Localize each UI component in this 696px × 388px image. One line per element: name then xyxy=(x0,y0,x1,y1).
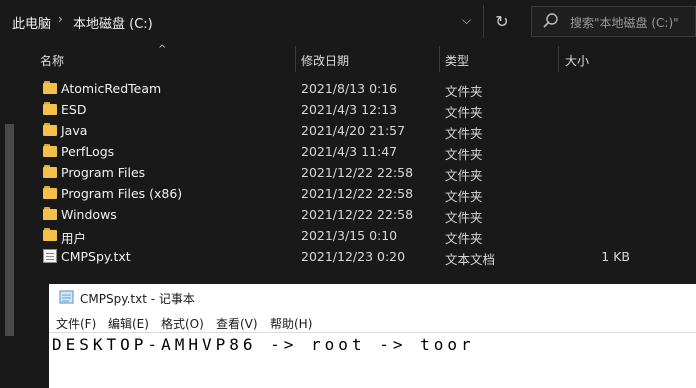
file-type: 文件夹 xyxy=(445,84,483,99)
folder-icon xyxy=(43,102,57,116)
menu-format[interactable]: 格式(O) xyxy=(161,315,204,332)
breadcrumb-separator-icon[interactable]: › xyxy=(58,12,63,26)
column-type[interactable]: 类型 xyxy=(445,52,469,69)
file-date: 2021/12/22 22:58 xyxy=(301,186,414,201)
column-divider[interactable] xyxy=(295,46,296,72)
folder-icon xyxy=(43,81,57,95)
file-type: 文件夹 xyxy=(445,189,483,204)
notepad-title: CMPSpy.txt - 记事本 xyxy=(80,292,195,306)
breadcrumb-current[interactable]: 本地磁盘 (C:) xyxy=(73,13,153,32)
file-row[interactable]: PerfLogs 2021/4/3 11:47 文件夹 xyxy=(0,141,696,162)
address-bar-row: 此电脑 › 本地磁盘 (C:) ⌵ ↻ 搜索"本地磁盘 (C:)" xyxy=(0,0,696,42)
folder-icon xyxy=(43,186,57,200)
file-name[interactable]: Program Files xyxy=(61,165,145,180)
column-size[interactable]: 大小 xyxy=(565,52,589,69)
address-dropdown-icon[interactable]: ⌵ xyxy=(462,13,471,28)
column-header: ^ 名称 修改日期 类型 大小 xyxy=(0,42,696,76)
column-name[interactable]: 名称 xyxy=(40,52,64,69)
file-date: 2021/12/22 22:58 xyxy=(301,165,414,180)
column-divider[interactable] xyxy=(558,46,559,72)
file-name[interactable]: Program Files (x86) xyxy=(61,186,182,201)
text-file-icon xyxy=(43,249,57,263)
notepad-menu-bar: 文件(F) 编辑(E) 格式(O) 查看(V) 帮助(H) xyxy=(49,312,696,332)
menu-edit[interactable]: 编辑(E) xyxy=(108,315,149,332)
file-name[interactable]: PerfLogs xyxy=(61,144,114,159)
file-type: 文件夹 xyxy=(445,126,483,141)
file-row[interactable]: 用户 2021/3/15 0:10 文件夹 xyxy=(0,225,696,246)
file-type: 文件夹 xyxy=(445,147,483,162)
file-date: 2021/4/20 21:57 xyxy=(301,123,406,138)
folder-icon xyxy=(43,207,57,221)
column-divider[interactable] xyxy=(439,46,440,72)
file-row[interactable]: Windows 2021/12/22 22:58 文件夹 xyxy=(0,204,696,225)
file-date: 2021/3/15 0:10 xyxy=(301,228,398,243)
folder-icon xyxy=(43,123,57,137)
search-input[interactable]: 搜索"本地磁盘 (C:)" xyxy=(570,14,679,31)
file-type: 文件夹 xyxy=(445,168,483,183)
file-date: 2021/4/3 12:13 xyxy=(301,102,398,117)
search-box[interactable]: 搜索"本地磁盘 (C:)" xyxy=(531,6,696,37)
file-row[interactable]: Program Files (x86) 2021/12/22 22:58 文件夹 xyxy=(0,183,696,204)
file-name[interactable]: AtomicRedTeam xyxy=(61,81,161,96)
breadcrumb-root[interactable]: 此电脑 xyxy=(12,13,51,32)
file-row[interactable]: ESD 2021/4/3 12:13 文件夹 xyxy=(0,99,696,120)
file-size: 1 KB xyxy=(601,249,630,264)
file-date: 2021/8/13 0:16 xyxy=(301,81,398,96)
file-list: AtomicRedTeam 2021/8/13 0:16 文件夹 ESD 202… xyxy=(0,78,696,267)
file-date: 2021/12/23 0:20 xyxy=(301,249,406,264)
file-type: 文件夹 xyxy=(445,105,483,120)
folder-icon xyxy=(43,165,57,179)
file-name[interactable]: Java xyxy=(61,123,87,138)
menu-help[interactable]: 帮助(H) xyxy=(270,315,312,332)
file-name[interactable]: CMPSpy.txt xyxy=(61,249,131,264)
file-row[interactable]: CMPSpy.txt 2021/12/23 0:20 文本文档 1 KB xyxy=(0,246,696,267)
file-type: 文件夹 xyxy=(445,231,483,246)
file-row[interactable]: Java 2021/4/20 21:57 文件夹 xyxy=(0,120,696,141)
file-row[interactable]: AtomicRedTeam 2021/8/13 0:16 文件夹 xyxy=(0,78,696,99)
menu-divider xyxy=(49,332,696,333)
refresh-button[interactable]: ↻ xyxy=(486,5,518,38)
notepad-title-bar[interactable]: CMPSpy.txt - 记事本 xyxy=(49,284,696,310)
address-bar[interactable]: 此电脑 › 本地磁盘 (C:) ⌵ xyxy=(0,5,484,38)
refresh-icon: ↻ xyxy=(495,12,509,31)
menu-view[interactable]: 查看(V) xyxy=(216,315,258,332)
sort-ascending-icon: ^ xyxy=(158,44,167,55)
explorer-window: 此电脑 › 本地磁盘 (C:) ⌵ ↻ 搜索"本地磁盘 (C:)" ▲ ^ 名称… xyxy=(0,0,696,388)
notepad-icon xyxy=(59,290,74,304)
file-date: 2021/4/3 11:47 xyxy=(301,144,398,159)
file-name[interactable]: ESD xyxy=(61,102,86,117)
notepad-window: CMPSpy.txt - 记事本 文件(F) 编辑(E) 格式(O) 查看(V)… xyxy=(49,284,696,388)
notepad-text-area[interactable]: DESKTOP-AMHVP86 -> root -> toor xyxy=(52,335,475,354)
column-date[interactable]: 修改日期 xyxy=(301,52,349,69)
file-name[interactable]: Windows xyxy=(61,207,117,222)
file-date: 2021/12/22 22:58 xyxy=(301,207,414,222)
search-icon xyxy=(543,13,558,28)
file-row[interactable]: Program Files 2021/12/22 22:58 文件夹 xyxy=(0,162,696,183)
file-type: 文本文档 xyxy=(445,252,496,267)
folder-icon xyxy=(43,144,57,158)
folder-icon xyxy=(43,228,57,242)
file-name[interactable]: 用户 xyxy=(61,228,86,247)
file-type: 文件夹 xyxy=(445,210,483,225)
menu-file[interactable]: 文件(F) xyxy=(56,315,96,332)
